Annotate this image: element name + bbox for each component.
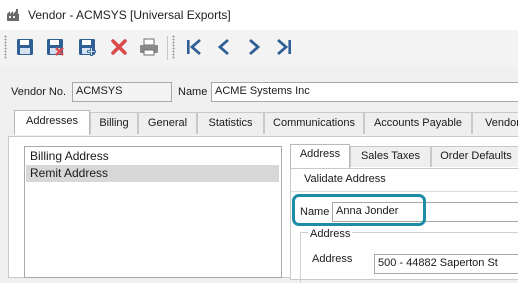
vendor-name-label: Name <box>178 86 208 98</box>
street-address-field[interactable]: 500 - 44882 Saperton St <box>374 254 518 274</box>
divider <box>291 191 518 192</box>
first-record-button[interactable] <box>182 35 206 59</box>
address-list[interactable]: Billing Address Remit Address <box>24 146 282 278</box>
toolbar-grip[interactable] <box>172 35 175 59</box>
tab-vendor[interactable]: Vendor <box>472 112 518 134</box>
save-and-new-icon <box>79 39 96 56</box>
list-item-billing-address[interactable]: Billing Address <box>26 148 279 165</box>
save-icon <box>17 39 33 55</box>
tab-billing[interactable]: Billing <box>90 112 138 134</box>
list-item-remit-address[interactable]: Remit Address <box>26 165 279 182</box>
save-and-new-button[interactable] <box>75 35 99 59</box>
vendor-name-field[interactable]: ACME Systems Inc <box>211 82 518 102</box>
vendor-no-label: Vendor No. <box>11 86 67 98</box>
print-button[interactable] <box>137 35 161 59</box>
delete-button[interactable] <box>107 35 131 59</box>
tab-general[interactable]: General <box>138 112 197 134</box>
tab-address[interactable]: Address <box>290 144 350 168</box>
tab-accounts-payable[interactable]: Accounts Payable <box>364 112 472 134</box>
tab-statistics[interactable]: Statistics <box>197 112 264 134</box>
previous-record-button[interactable] <box>212 35 236 59</box>
last-record-icon <box>277 38 291 56</box>
last-record-button[interactable] <box>272 35 296 59</box>
validate-address-link[interactable]: Validate Address <box>304 173 386 185</box>
tab-communications[interactable]: Communications <box>264 112 364 134</box>
street-address-label: Address <box>312 253 353 265</box>
name-field-highlight <box>292 194 426 226</box>
address-group-label: Address <box>308 228 353 240</box>
tab-addresses[interactable]: Addresses <box>14 110 90 135</box>
tab-order-defaults[interactable]: Order Defaults <box>431 146 518 167</box>
next-record-button[interactable] <box>242 35 266 59</box>
save-and-close-icon <box>47 39 64 56</box>
factory-app-icon <box>6 8 20 22</box>
save-button[interactable] <box>13 35 37 59</box>
vendor-no-field[interactable]: ACMSYS <box>72 82 172 102</box>
next-record-icon <box>249 38 261 56</box>
toolbar-grip[interactable] <box>4 35 7 59</box>
previous-record-icon <box>217 38 229 56</box>
save-and-close-button[interactable] <box>43 35 67 59</box>
first-record-icon <box>187 38 201 56</box>
title-bar: Vendor - ACMSYS [Universal Exports] <box>0 0 518 30</box>
print-icon <box>140 38 158 56</box>
delete-icon <box>111 39 127 55</box>
toolbar-separator <box>167 36 168 60</box>
toolbar <box>0 30 518 66</box>
window-title: Vendor - ACMSYS [Universal Exports] <box>28 8 231 22</box>
tab-sales-taxes[interactable]: Sales Taxes <box>350 146 431 167</box>
